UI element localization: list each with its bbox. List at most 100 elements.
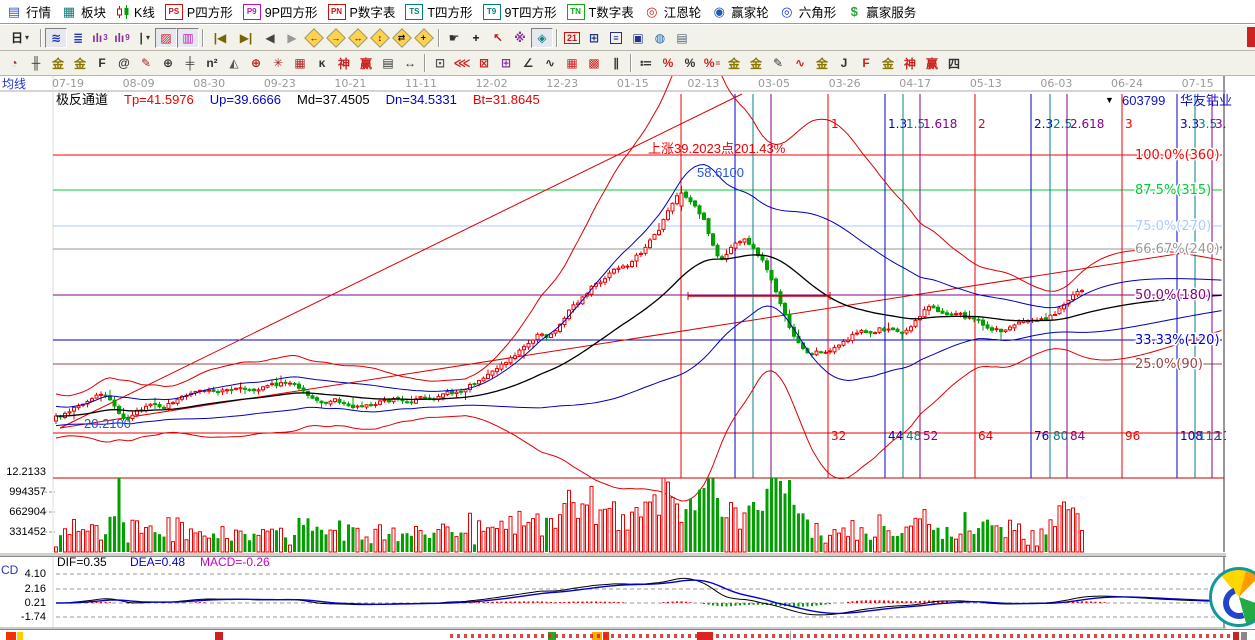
spiral-tool[interactable]: @ <box>113 53 135 73</box>
volume-bar <box>230 541 233 552</box>
macd-histogram-bar <box>663 602 665 603</box>
chart-canvas[interactable]: 07-1908-0908-3009-2310-2111-1112-0212-23… <box>0 76 1226 629</box>
menu-item-hexagon[interactable]: ◎六角形 <box>777 1 845 23</box>
menu-item-t-number-table[interactable]: TNT数字表 <box>565 1 642 23</box>
crosshair-tool[interactable]: + <box>465 28 487 48</box>
percent-tool[interactable]: % <box>679 53 701 73</box>
mirror-angle-tool[interactable]: ◭ <box>223 53 245 73</box>
ying-angle-tool[interactable]: 赢 <box>921 53 943 73</box>
menu-item-sectors[interactable]: ▦板块 <box>59 1 114 23</box>
save-button[interactable]: ▣ <box>627 28 649 48</box>
expand-horizontal-button-icon[interactable]: ↔ <box>348 28 368 48</box>
tick-ruler-tool[interactable]: ╪ <box>179 53 201 73</box>
gann-grid-tool[interactable]: ※ <box>509 28 531 48</box>
annotate-tool[interactable]: ✎ <box>767 53 789 73</box>
gann-ruler-tool[interactable]: ╫ <box>25 53 47 73</box>
pointer-tool[interactable]: ↖ <box>487 28 509 48</box>
volume-bar <box>617 530 620 552</box>
menu-item-t9-square[interactable]: T99T四方形 <box>481 1 565 23</box>
macd-histogram-bar <box>483 602 485 603</box>
circle-ruler-tool[interactable]: ⊕ <box>157 53 179 73</box>
wave-line-tool[interactable]: ∿ <box>539 53 561 73</box>
time-grid-tool[interactable]: ▩ <box>583 53 605 73</box>
shift-left-button-icon[interactable]: ← <box>304 28 324 48</box>
step-forward-button[interactable]: ▶ <box>281 28 303 48</box>
menu-item-t-square[interactable]: TST四方形 <box>403 1 480 23</box>
menu-item-winner-wheel[interactable]: ◉赢家轮 <box>709 1 777 23</box>
fibonacci-ruler-tool[interactable]: F <box>91 53 113 73</box>
gold-ruler-a-tool[interactable]: 金 <box>47 53 69 73</box>
gold-line-tool[interactable]: 金 <box>745 53 767 73</box>
percent-line-tool[interactable]: %= <box>701 53 723 73</box>
shift-right-button-icon[interactable]: → <box>326 28 346 48</box>
parallel-line-tool[interactable]: ∥ <box>605 53 627 73</box>
status-item-6[interactable] <box>1233 632 1239 640</box>
grid-fan-tool[interactable]: ⊞ <box>495 53 517 73</box>
menu-item-candles[interactable]: K线 <box>114 1 163 23</box>
expand-vertical-button-icon[interactable]: ↕ <box>370 28 390 48</box>
calculator-button[interactable]: ⊞ <box>583 28 605 48</box>
four-square-tool[interactable]: 四 <box>943 53 965 73</box>
menu-item-p-number-table[interactable]: PNP数字表 <box>326 1 404 23</box>
bars-3-tool[interactable]: ılı3 <box>89 28 111 48</box>
menu-item-gann-wheel[interactable]: ◎江恩轮 <box>642 1 710 23</box>
menu-item-quotes-grid[interactable]: ▤行情 <box>4 1 59 23</box>
goto-last-button[interactable]: ▶| <box>233 28 259 48</box>
k-angle-tool[interactable]: ĸ <box>311 53 333 73</box>
candle-body <box>748 238 751 244</box>
status-item-0[interactable] <box>6 632 16 640</box>
pattern-tool[interactable]: ▨ <box>155 28 177 48</box>
candle-body <box>298 384 301 388</box>
f-angle-tool[interactable]: F <box>855 53 877 73</box>
status-item-2[interactable] <box>215 632 223 640</box>
gann-circle-tool[interactable]: ⊕ <box>245 53 267 73</box>
pie-tool[interactable]: ◔ <box>3 53 25 73</box>
gann-level-label: 66.67%(240) <box>1135 242 1220 257</box>
j-angle-tool[interactable]: J <box>833 53 855 73</box>
wave-box-tool[interactable]: ∿ <box>789 53 811 73</box>
gold-circle-tool[interactable]: 金 <box>723 53 745 73</box>
calendar-button[interactable]: 21 <box>561 28 583 48</box>
zoom-all-button-icon[interactable]: + <box>414 28 434 48</box>
bars-9-tool[interactable]: ılı9 <box>111 28 133 48</box>
gold-ruler-b-tool[interactable]: 金 <box>69 53 91 73</box>
volume-profile-tool[interactable]: ▥ <box>177 28 199 48</box>
percent-red-tool[interactable]: % <box>657 53 679 73</box>
hand-tool[interactable]: ☛ <box>443 28 465 48</box>
status-item-1[interactable] <box>17 632 23 640</box>
gold-angle-tool[interactable]: 金 <box>811 53 833 73</box>
cycle-tool[interactable]: ◈ <box>531 28 553 48</box>
status-item-7[interactable] <box>1241 632 1247 640</box>
measure-width-tool[interactable]: ↔ <box>399 53 421 73</box>
period-selector[interactable]: 日▾ <box>3 28 37 48</box>
ying-ruler-tool[interactable]: 赢 <box>355 53 377 73</box>
swap-axis-button-icon[interactable]: ⇄ <box>392 28 412 48</box>
gann-fan-tool[interactable]: ⋘ <box>451 53 473 73</box>
box-draw-tool[interactable]: ⊡ <box>429 53 451 73</box>
brush-tool[interactable]: ✎ <box>135 53 157 73</box>
shen-ruler-tool[interactable]: 神 <box>333 53 355 73</box>
goto-first-button[interactable]: |◀ <box>207 28 233 48</box>
gold-fan-tool[interactable]: 金 <box>877 53 899 73</box>
workstation-button[interactable]: ▤ <box>671 28 693 48</box>
quote-report-tool[interactable]: ≣ <box>67 28 89 48</box>
price-grid-tool[interactable]: ▦ <box>561 53 583 73</box>
gann-box-tool[interactable]: ▦ <box>289 53 311 73</box>
menu-item-p9-square[interactable]: P99P四方形 <box>241 1 326 23</box>
candle-body <box>847 340 850 341</box>
ruler-123-tool[interactable]: ▤ <box>377 53 399 73</box>
angle-line-tool[interactable]: ∠ <box>517 53 539 73</box>
starburst-tool[interactable]: ✳ <box>267 53 289 73</box>
candle-body <box>248 389 251 390</box>
shen-angle-tool[interactable]: 神 <box>899 53 921 73</box>
step-back-button[interactable]: ◀ <box>259 28 281 48</box>
trend-chart-tool[interactable]: ≋ <box>45 28 67 48</box>
candle-type-tool[interactable]: ∣▾ <box>133 28 155 48</box>
stats-table-tool[interactable]: ≔ <box>635 53 657 73</box>
menu-item-p-square[interactable]: PSP四方形 <box>163 1 241 23</box>
notebook-button[interactable]: ≡ <box>605 28 627 48</box>
square-numbers-tool[interactable]: n² <box>201 53 223 73</box>
net-sync-button[interactable]: ◍ <box>649 28 671 48</box>
menu-item-winner-service[interactable]: $赢家服务 <box>844 1 924 23</box>
fan-box-tool[interactable]: ⊠ <box>473 53 495 73</box>
